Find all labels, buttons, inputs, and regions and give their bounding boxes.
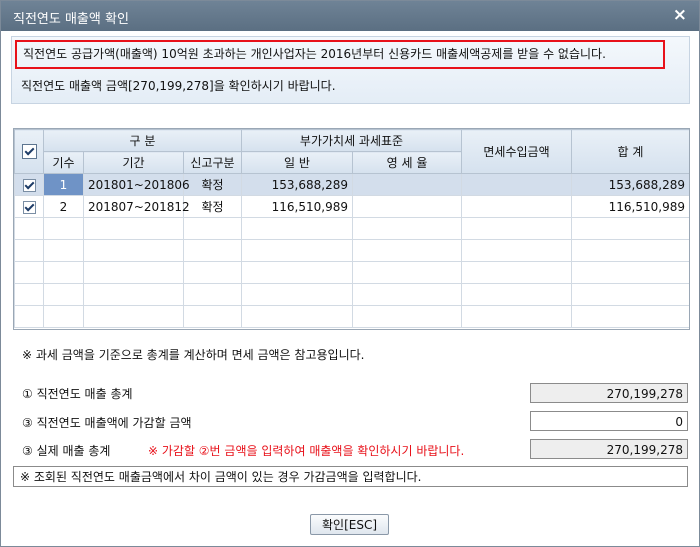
table-row[interactable]: 1 201801~201806 확정 153,688,289 153,688,2… xyxy=(14,173,689,196)
empty-row xyxy=(14,239,689,262)
cell-zero-rate[interactable] xyxy=(352,173,462,196)
close-icon[interactable]: × xyxy=(673,5,687,25)
header-gubun: 구 분 xyxy=(43,129,242,152)
info-message: 직전연도 매출액 금액[270,199,278]을 확인하시기 바랍니다. xyxy=(21,79,336,93)
empty-row xyxy=(14,217,689,240)
tax-basis-note: ※ 과세 금액을 기준으로 총계를 계산하며 면세 금액은 참고용입니다. xyxy=(22,348,365,362)
select-all-checkbox[interactable] xyxy=(14,129,44,174)
cell-zero-rate[interactable] xyxy=(352,195,462,218)
dialog-window: 직전연도 매출액 확인 × 직전연도 공급가액(매출액) 10억원 초과하는 개… xyxy=(0,0,700,547)
empty-row xyxy=(14,261,689,284)
checkbox-icon xyxy=(22,200,36,214)
actual-total-field: 270,199,278 xyxy=(530,439,688,459)
empty-row xyxy=(14,283,689,306)
empty-row xyxy=(14,305,689,328)
prior-year-total-label: ① 직전연도 매출 총계 xyxy=(22,387,133,401)
cell-report-type[interactable]: 확정 xyxy=(183,195,242,218)
confirm-button[interactable]: 확인[ESC] xyxy=(310,514,389,535)
adjust-amount-label: ③ 직전연도 매출액에 가감할 금액 xyxy=(22,416,192,430)
cell-exempt[interactable] xyxy=(461,195,572,218)
row-checkbox[interactable] xyxy=(14,195,44,218)
cell-kisu[interactable]: 1 xyxy=(43,173,84,196)
cell-total[interactable]: 153,688,289 xyxy=(571,173,689,196)
table-row[interactable]: 2 201807~201812 확정 116,510,989 116,510,9… xyxy=(14,195,689,218)
title-bar: 직전연도 매출액 확인 × xyxy=(1,1,699,31)
actual-total-hint: ※ 가감할 ②번 금액을 입력하여 매출액을 확인하시기 바랍니다. xyxy=(148,444,465,458)
cell-report-type[interactable]: 확정 xyxy=(183,173,242,196)
header-vat-base: 부가가치세 과세표준 xyxy=(241,129,462,152)
cell-period[interactable]: 201801~201806 xyxy=(83,173,190,196)
cell-period[interactable]: 201807~201812 xyxy=(83,195,190,218)
header-general: 일 반 xyxy=(241,151,353,174)
guide-message-box: ※ 조회된 직전연도 매출금액에서 차이 금액이 있는 경우 가감금액을 입력합… xyxy=(13,466,688,487)
sales-grid: 구 분 부가가치세 과세표준 면세수입금액 합 계 기수 기간 신고구분 일 반… xyxy=(13,128,690,330)
adjust-amount-input[interactable]: 0 xyxy=(530,411,688,431)
header-kisu: 기수 xyxy=(43,151,84,174)
checkbox-icon xyxy=(21,144,37,159)
warning-message: 직전연도 공급가액(매출액) 10억원 초과하는 개인사업자는 2016년부터 … xyxy=(15,40,665,69)
header-zero-rate: 영 세 율 xyxy=(352,151,462,174)
cell-general[interactable]: 153,688,289 xyxy=(241,173,353,196)
cell-exempt[interactable] xyxy=(461,173,572,196)
actual-total-label: ③ 실제 매출 총계 xyxy=(22,444,111,458)
cell-general[interactable]: 116,510,989 xyxy=(241,195,353,218)
checkbox-icon xyxy=(22,178,36,192)
notice-panel: 직전연도 공급가액(매출액) 10억원 초과하는 개인사업자는 2016년부터 … xyxy=(11,36,690,104)
prior-year-total-field: 270,199,278 xyxy=(530,383,688,403)
header-total: 합 계 xyxy=(571,129,689,174)
header-report-type: 신고구분 xyxy=(183,151,242,174)
window-title: 직전연도 매출액 확인 xyxy=(13,12,129,27)
cell-kisu[interactable]: 2 xyxy=(43,195,84,218)
header-period: 기간 xyxy=(83,151,184,174)
cell-total[interactable]: 116,510,989 xyxy=(571,195,689,218)
row-checkbox[interactable] xyxy=(14,173,44,196)
header-exempt: 면세수입금액 xyxy=(461,129,572,174)
